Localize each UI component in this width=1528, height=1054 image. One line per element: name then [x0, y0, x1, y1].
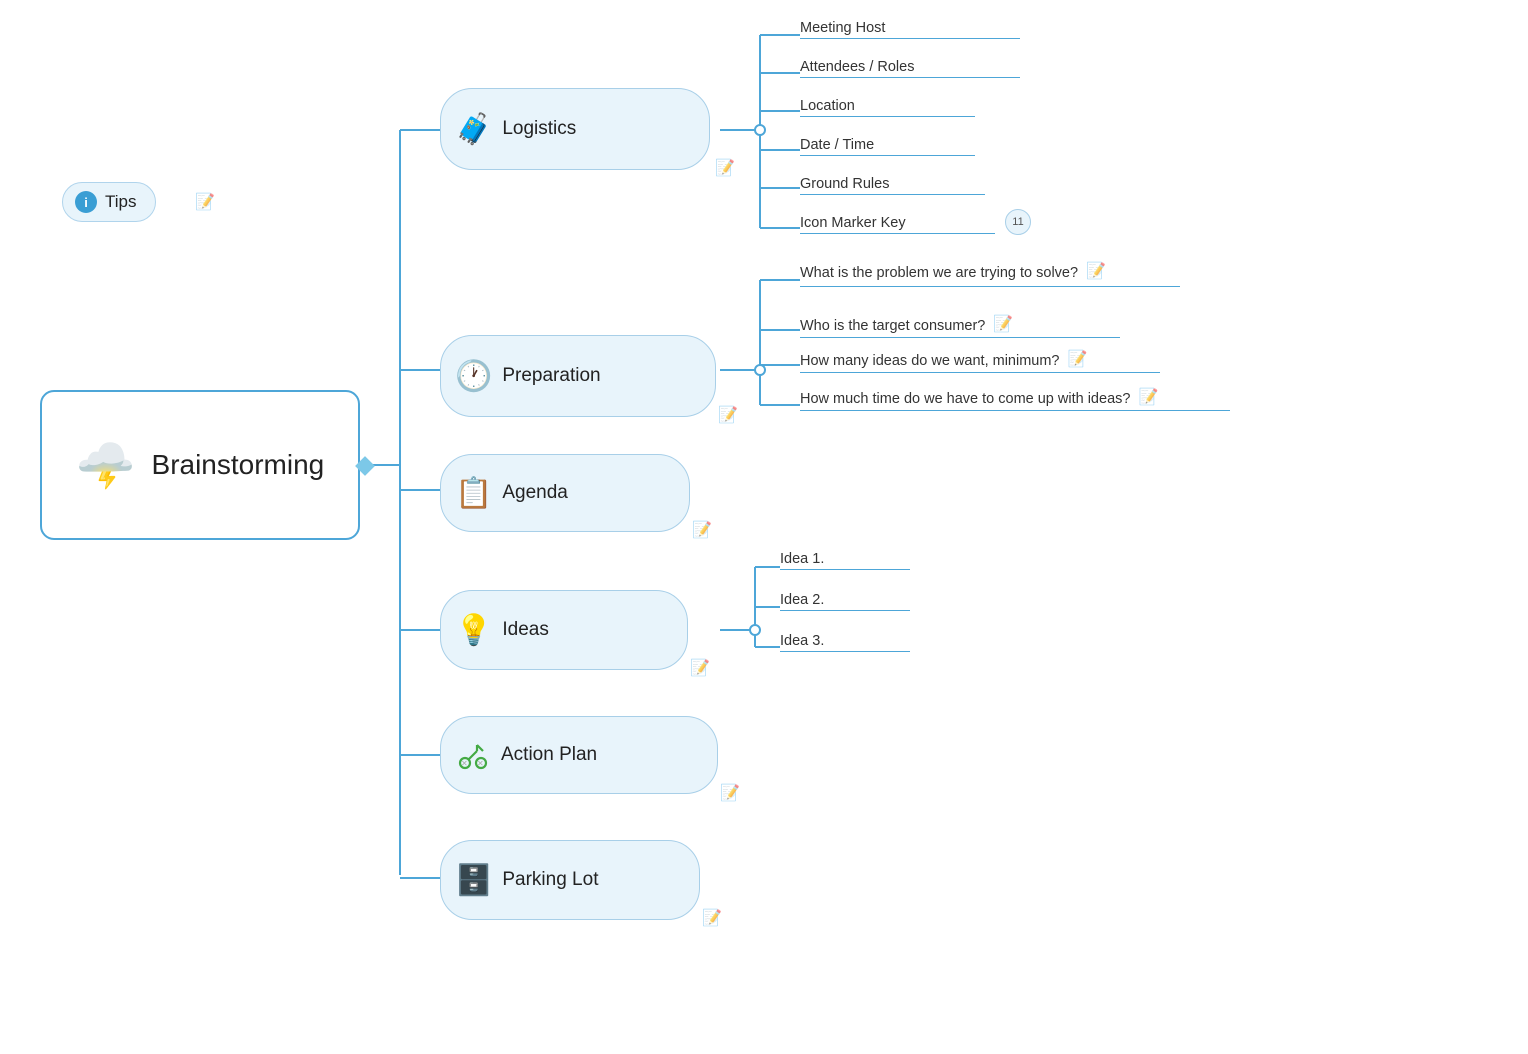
parking-lot-edit-icon[interactable]: 📝 — [702, 908, 722, 928]
logistics-label: Logistics — [502, 118, 576, 140]
leaf-problem: What is the problem we are trying to sol… — [800, 262, 1180, 287]
parking-lot-label: Parking Lot — [502, 869, 598, 891]
branch-agenda[interactable]: 📋 Agenda — [440, 454, 690, 532]
parking-lot-icon: 🗄️ — [455, 863, 492, 898]
ideas-icon: 💡 — [455, 613, 492, 648]
branch-preparation[interactable]: 🕐 Preparation — [440, 335, 716, 417]
leaf-idea3: Idea 3. — [780, 633, 910, 652]
action-plan-icon: ✕ ✕ — [455, 737, 491, 773]
action-plan-label: Action Plan — [501, 744, 597, 766]
leaf-time-ideas: How much time do we have to come up with… — [800, 388, 1230, 411]
agenda-edit-icon[interactable]: 📝 — [692, 520, 712, 540]
logistics-edit-icon[interactable]: 📝 — [715, 158, 735, 178]
action-plan-edit-icon[interactable]: 📝 — [720, 783, 740, 803]
leaf-target-edit[interactable]: 📝 — [993, 316, 1013, 333]
leaf-location: Location — [800, 98, 975, 117]
storm-icon: 🌩️ — [76, 437, 136, 494]
leaf-problem-edit[interactable]: 📝 — [1086, 263, 1106, 280]
branch-logistics[interactable]: 🧳 Logistics — [440, 88, 710, 170]
preparation-label: Preparation — [502, 365, 600, 387]
tips-label: Tips — [105, 192, 137, 212]
leaf-ground-rules: Ground Rules — [800, 176, 985, 195]
agenda-label: Agenda — [502, 482, 568, 504]
svg-text:✕: ✕ — [461, 759, 468, 768]
leaf-datetime: Date / Time — [800, 137, 975, 156]
agenda-icon: 📋 — [455, 476, 492, 511]
preparation-icon: 🕐 — [455, 359, 492, 394]
central-node: 🌩️ Brainstorming — [40, 390, 360, 540]
branch-action-plan[interactable]: ✕ ✕ Action Plan — [440, 716, 718, 794]
branch-ideas[interactable]: 💡 Ideas — [440, 590, 688, 670]
logistics-icon: 🧳 — [455, 112, 492, 147]
ideas-label: Ideas — [502, 619, 548, 641]
leaf-target-consumer: Who is the target consumer? 📝 — [800, 315, 1120, 338]
leaf-meeting-host: Meeting Host — [800, 20, 1020, 39]
tips-edit-icon[interactable]: 📝 — [195, 192, 215, 212]
leaf-ideas-min-edit[interactable]: 📝 — [1068, 351, 1088, 368]
central-label: Brainstorming — [152, 449, 325, 481]
leaf-icon-marker-key: Icon Marker Key — [800, 215, 995, 234]
leaf-ideas-min: How many ideas do we want, minimum? 📝 — [800, 350, 1160, 373]
svg-text:✕: ✕ — [477, 759, 484, 768]
ideas-edit-icon[interactable]: 📝 — [690, 658, 710, 678]
info-icon: i — [75, 191, 97, 213]
icon-marker-badge: 11 — [1005, 209, 1031, 235]
leaf-idea2: Idea 2. — [780, 592, 910, 611]
preparation-edit-icon[interactable]: 📝 — [718, 405, 738, 425]
leaf-time-edit[interactable]: 📝 — [1138, 389, 1158, 406]
tips-node[interactable]: i Tips — [62, 182, 156, 222]
leaf-idea1: Idea 1. — [780, 551, 910, 570]
branch-parking-lot[interactable]: 🗄️ Parking Lot — [440, 840, 700, 920]
leaf-attendees: Attendees / Roles — [800, 59, 1020, 78]
